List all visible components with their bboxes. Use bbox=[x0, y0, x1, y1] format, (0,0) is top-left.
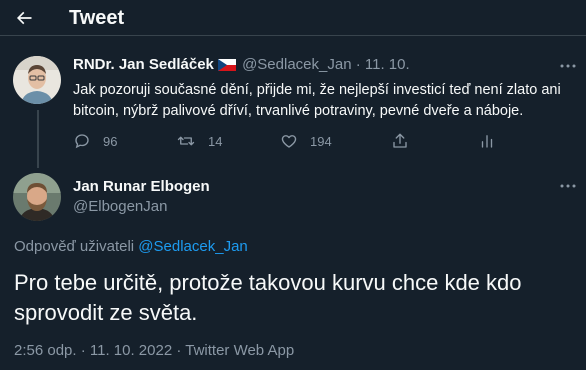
arrow-left-icon bbox=[16, 11, 32, 25]
parent-tweet-header: RNDr. Jan Sedláček @Sedlacek_Jan · 11. 1… bbox=[73, 56, 410, 75]
retweet-icon bbox=[177, 136, 195, 146]
reply-to-handle[interactable]: @Sedlacek_Jan bbox=[138, 238, 247, 255]
main-author-name[interactable]: Jan Runar Elbogen bbox=[73, 178, 210, 195]
reply-icon bbox=[75, 134, 89, 149]
parent-date[interactable]: 11. 10. bbox=[365, 56, 410, 73]
reply-count: 96 bbox=[103, 133, 118, 149]
reply-prefix: Odpověď uživateli bbox=[14, 238, 135, 255]
analytics-icon bbox=[481, 135, 493, 148]
retweet-button[interactable]: 14 bbox=[176, 130, 222, 152]
reply-context: Odpověď uživateli @Sedlacek_Jan bbox=[14, 238, 248, 255]
main-handle[interactable]: @ElbogenJan bbox=[73, 198, 167, 215]
thread-line bbox=[37, 110, 39, 168]
parent-tweet-text: Jak pozoruji současné dění, přijde mi, ž… bbox=[73, 82, 561, 119]
more-icon bbox=[560, 184, 576, 188]
avatar-sedlacek[interactable] bbox=[13, 56, 61, 104]
share-button[interactable] bbox=[391, 130, 409, 152]
parent-more-button[interactable] bbox=[558, 56, 578, 76]
separator-dot: · bbox=[355, 56, 361, 73]
parent-tweet-actions: 96 14 194 bbox=[73, 130, 513, 152]
page-title: Tweet bbox=[69, 7, 125, 29]
share-icon bbox=[393, 133, 407, 148]
parent-handle[interactable]: @Sedlacek_Jan bbox=[242, 56, 351, 73]
reply-button[interactable]: 96 bbox=[73, 130, 117, 152]
main-tweet-text: Pro tebe určitě, protože takovou kurvu c… bbox=[14, 270, 522, 325]
retweet-count: 14 bbox=[208, 133, 223, 149]
czech-flag-icon bbox=[217, 58, 236, 75]
main-tweet-author: Jan Runar Elbogen bbox=[73, 178, 210, 195]
avatar-elbogen[interactable] bbox=[13, 173, 61, 221]
like-count: 194 bbox=[310, 133, 332, 149]
analytics-button[interactable] bbox=[478, 130, 496, 152]
parent-author-name[interactable]: RNDr. Jan Sedláček bbox=[73, 56, 214, 73]
more-icon bbox=[560, 64, 576, 68]
page-header: Tweet bbox=[0, 0, 586, 36]
tweet-meta: 2:56 odp. · 11. 10. 2022 · Twitter Web A… bbox=[14, 342, 295, 359]
back-button[interactable] bbox=[8, 2, 40, 34]
main-more-button[interactable] bbox=[558, 176, 578, 196]
main-tweet-handle-line: @ElbogenJan bbox=[73, 198, 167, 215]
like-button[interactable]: 194 bbox=[280, 130, 332, 152]
heart-icon bbox=[281, 135, 297, 148]
